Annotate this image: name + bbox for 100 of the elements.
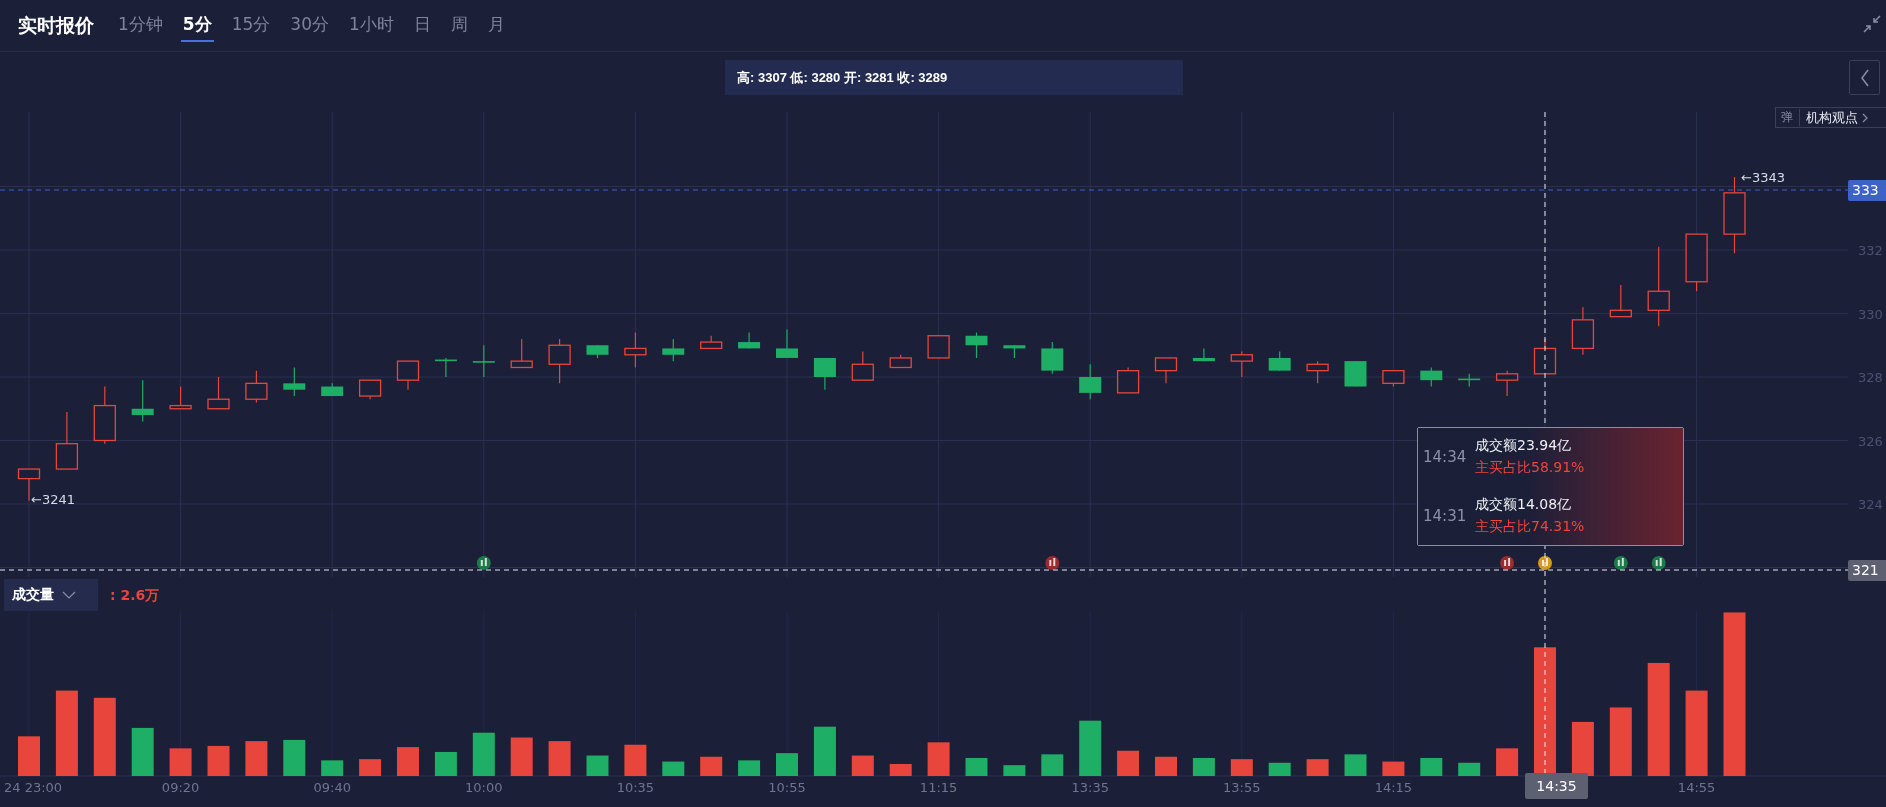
volume-bar (1496, 748, 1519, 776)
volume-bar (245, 741, 268, 776)
tooltip-time: 14:31 (1422, 506, 1468, 525)
volume-bar (776, 753, 798, 776)
candlestick (1344, 360, 1367, 388)
candlestick (245, 370, 268, 403)
turnover-text: 成交额14.08亿 (1475, 495, 1573, 514)
volume-bar (851, 755, 874, 776)
volume-bar (1003, 765, 1026, 776)
candlestick (1495, 370, 1519, 397)
price-axis-label: 326 (1858, 433, 1883, 449)
view-toggle[interactable]: 弹 机构观点 (1775, 107, 1886, 128)
volume-reading: : 2.6万 (110, 587, 160, 605)
danmaku-toggle[interactable]: 弹 (1781, 109, 1800, 126)
price-axis-label: 324 (1858, 497, 1883, 512)
candlestick (434, 357, 457, 378)
time-axis-label: 14:55 (1677, 780, 1716, 795)
signal-marker-icon[interactable] (1538, 556, 1552, 570)
volume-bar (472, 732, 495, 776)
signal-marker-icon[interactable] (1613, 556, 1628, 570)
candlestick (1268, 351, 1291, 372)
volume-bar (18, 736, 40, 776)
volume-bar (359, 759, 382, 776)
candlestick (927, 335, 950, 359)
period-tab[interactable]: 15分 (229, 9, 273, 42)
volume-bar (586, 755, 609, 776)
volume-bar (662, 761, 685, 776)
candlestick (472, 344, 495, 378)
volume-bar (624, 744, 647, 776)
period-tab[interactable]: 周 (448, 9, 470, 42)
candlestick (169, 385, 192, 410)
time-axis-label: 13:35 (1071, 780, 1109, 795)
volume-bar (738, 760, 761, 776)
signal-marker-icon[interactable] (1651, 556, 1666, 570)
volume-bar (1041, 754, 1064, 776)
candlestick (207, 376, 230, 410)
candlestick (738, 331, 761, 350)
volume-bar (131, 727, 154, 776)
price-axis-label: 332 (1858, 243, 1883, 258)
candlestick (1420, 366, 1443, 388)
signal-marker-icon[interactable] (1045, 556, 1060, 570)
period-tab[interactable]: 月 (485, 9, 507, 42)
candlestick (1382, 370, 1405, 388)
period-tab[interactable]: 1小时 (346, 9, 396, 42)
candlestick (93, 385, 116, 445)
price-axis-label: 330 (1858, 306, 1883, 322)
period-tab[interactable]: 30分 (288, 9, 331, 42)
toggle-label: 机构观点 (1806, 108, 1858, 127)
volume-bar (169, 748, 192, 776)
caret-icon (62, 591, 76, 599)
buy-ratio-text: 主买占比74.31% (1475, 517, 1585, 536)
time-axis-label: 09:20 (161, 780, 200, 795)
volume-bar (1344, 754, 1367, 776)
high-price-label: ←3343 (1741, 170, 1785, 185)
volume-bar (434, 751, 457, 776)
candlestick (1571, 306, 1595, 356)
time-axis-label: 10:55 (768, 780, 806, 795)
signal-marker-icon[interactable] (1500, 556, 1515, 570)
collapse-icon[interactable] (1862, 14, 1882, 34)
volume-bar (1382, 761, 1405, 776)
period-tab[interactable]: 1分钟 (116, 9, 165, 42)
volume-bar (927, 742, 950, 776)
indicator-dropdown[interactable]: 成交量 (4, 579, 98, 611)
crosshair-price-tag: 321 (1848, 560, 1886, 581)
candlestick (548, 338, 571, 384)
volume-bar (1609, 707, 1632, 776)
candlestick (55, 411, 79, 470)
chevron-right-icon (1861, 112, 1869, 123)
candlestick (396, 360, 420, 391)
time-axis-label: 10:00 (465, 780, 503, 795)
volume-bar (1155, 756, 1177, 776)
tooltip-time: 14:34 (1422, 448, 1468, 467)
candlestick (889, 354, 912, 369)
page-title: 实时报价 (18, 12, 94, 38)
volume-bar (813, 726, 836, 776)
signal-marker-icon[interactable] (476, 556, 491, 570)
back-button[interactable] (1849, 60, 1880, 95)
time-axis-label: 14:15 (1374, 780, 1413, 795)
time-axis-label: 09:40 (313, 780, 351, 795)
time-axis-label: 13:55 (1223, 780, 1261, 795)
time-axis-label: 24 23:00 (4, 780, 63, 795)
candlestick (586, 344, 609, 359)
volume-bar (700, 756, 723, 776)
candlestick (1306, 360, 1329, 384)
candlestick (1230, 351, 1253, 378)
candlestick (1041, 341, 1064, 375)
candlestick (851, 351, 874, 381)
candlestick (1003, 344, 1026, 359)
volume-bar (207, 745, 230, 776)
volume-bar (1192, 757, 1215, 776)
candlestick (321, 382, 344, 397)
volume-bar (1458, 762, 1481, 776)
ohlc-summary: 高: 3307 低: 3280 开: 3281 收: 3289 (725, 60, 1183, 95)
volume-bar (283, 739, 306, 776)
period-tab[interactable]: 日 (411, 9, 433, 42)
period-tab[interactable]: 5分 (180, 9, 214, 42)
volume-bar (397, 747, 419, 776)
candlestick (1154, 357, 1178, 384)
volume-bar (965, 757, 988, 776)
volume-bar (548, 741, 571, 776)
